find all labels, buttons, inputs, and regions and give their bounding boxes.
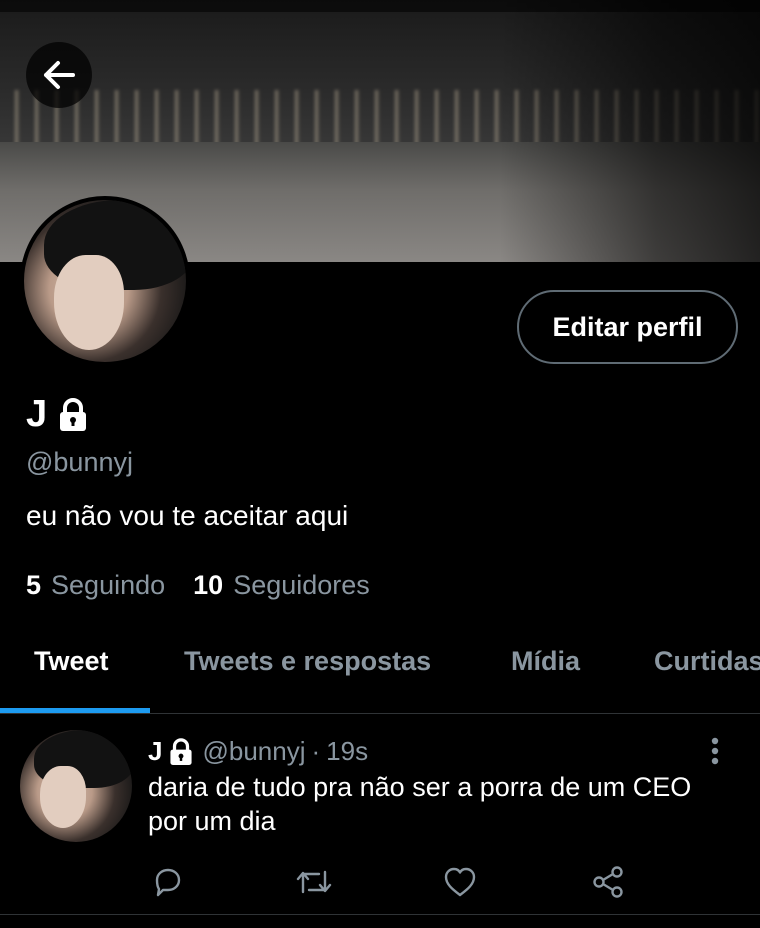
lock-icon — [57, 397, 89, 432]
tweet-more-button[interactable] — [700, 734, 730, 768]
tweet-author-name: J — [148, 736, 163, 766]
profile-stats: 5 Seguindo 10 Seguidores — [26, 570, 370, 601]
tweet-timestamp: 19s — [326, 736, 369, 766]
tweet-actions — [148, 862, 668, 902]
profile-name: J — [26, 393, 48, 435]
following-link[interactable]: 5 Seguindo — [26, 570, 165, 601]
followers-link[interactable]: 10 Seguidores — [193, 570, 370, 601]
reply-icon — [155, 868, 181, 897]
banner-shade — [500, 0, 760, 262]
tab-likes[interactable]: Curtidas — [654, 625, 760, 697]
followers-count: 10 — [193, 570, 224, 600]
tab-tweets-and-replies[interactable]: Tweets e respostas — [184, 625, 431, 697]
share-button[interactable] — [588, 862, 628, 902]
tab-media[interactable]: Mídia — [511, 625, 580, 697]
tweet-separator: · — [311, 736, 321, 766]
tweet-author-handle: @bunnyj — [202, 736, 306, 766]
status-bar — [0, 0, 760, 12]
following-count: 5 — [26, 570, 42, 600]
edit-profile-button[interactable]: Editar perfil — [517, 290, 738, 364]
profile-tabs: Tweet Tweets e respostas Mídia Curtidas — [0, 625, 760, 711]
followers-label: Seguidores — [233, 570, 370, 600]
lock-icon — [168, 737, 194, 766]
tweet-avatar[interactable] — [20, 730, 132, 842]
share-icon — [593, 866, 623, 898]
like-button[interactable] — [440, 862, 480, 902]
back-button[interactable] — [26, 42, 92, 108]
profile-bio: eu não vou te aceitar aqui — [26, 500, 349, 531]
tweet-text: daria de tudo pra não ser a porra de um … — [148, 772, 692, 836]
reply-button[interactable] — [148, 862, 188, 902]
retweet-button[interactable] — [294, 862, 334, 902]
profile-name-row: J — [26, 393, 89, 436]
tweet-item[interactable]: J @bunnyj · 19s daria de tudo pra não se… — [0, 714, 760, 914]
tweet-divider — [0, 914, 760, 915]
following-label: Seguindo — [51, 570, 166, 600]
profile-avatar[interactable] — [20, 196, 190, 366]
arrow-left-icon — [44, 61, 75, 89]
profile-handle: @bunnyj — [26, 447, 133, 477]
tweet-header: J @bunnyj · 19s — [148, 736, 368, 767]
more-vertical-icon — [711, 737, 719, 765]
heart-icon — [444, 867, 476, 897]
tab-tweets[interactable]: Tweet — [34, 625, 109, 697]
retweet-icon — [296, 870, 332, 894]
